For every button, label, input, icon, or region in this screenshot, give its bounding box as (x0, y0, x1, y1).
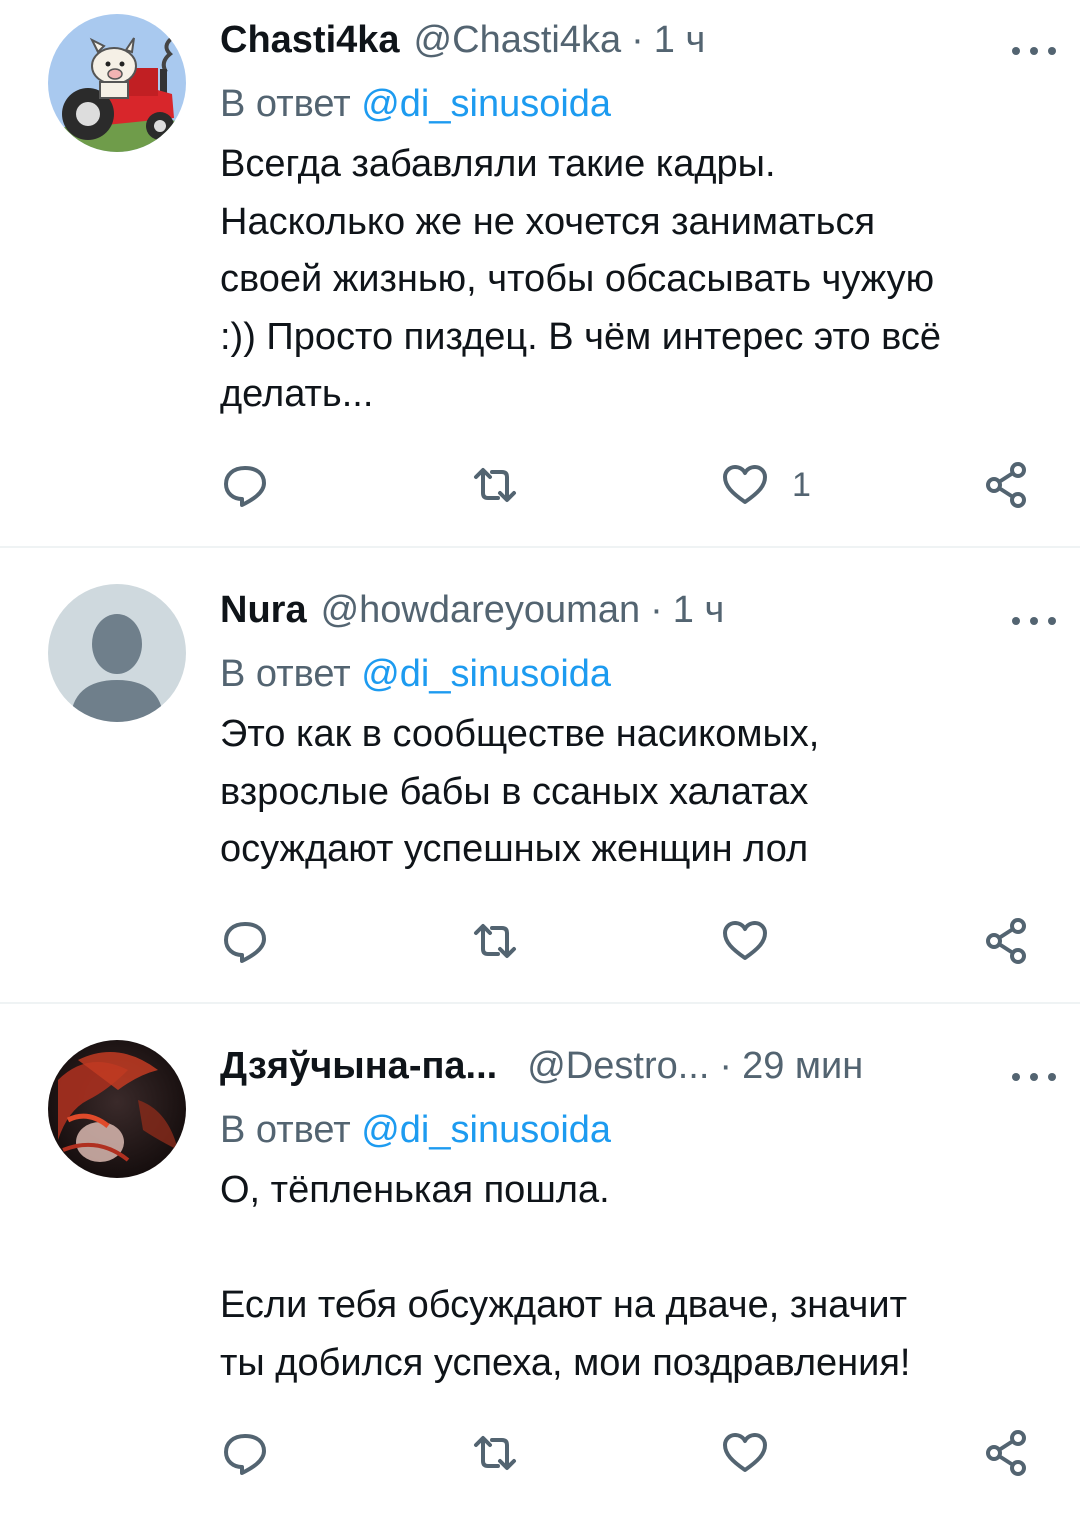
reply-mention-link[interactable]: @di_sinusoida (361, 1109, 611, 1151)
share-button[interactable] (982, 916, 1032, 966)
share-icon (986, 918, 1026, 964)
share-button[interactable] (982, 460, 1032, 510)
separator: · (631, 19, 644, 61)
tweet-actions (220, 1428, 1040, 1478)
red-hair-portrait-avatar-icon (48, 1040, 186, 1178)
like-button[interactable] (720, 1428, 792, 1478)
reply-button[interactable] (220, 916, 270, 966)
tweet-header: Дзяўчына-па... @Destro... · 29 мин (220, 1040, 1050, 1092)
user-handle[interactable]: @howdareyouman (321, 584, 641, 636)
reply-prefix: В ответ (220, 83, 351, 125)
heart-icon (723, 465, 767, 504)
divider (0, 546, 1080, 548)
reply-context: В ответ @di_sinusoida (220, 1104, 1050, 1156)
display-name[interactable]: Nura (220, 584, 307, 636)
display-name[interactable]: Дзяўчына-па... (220, 1040, 497, 1092)
retweet-icon (474, 468, 516, 502)
share-icon (986, 1430, 1026, 1476)
reply-button[interactable] (220, 1428, 270, 1478)
timestamp[interactable]: 1 ч (673, 584, 725, 636)
avatar[interactable] (48, 1040, 186, 1178)
divider (0, 1002, 1080, 1004)
more-options-icon[interactable] (1012, 606, 1056, 636)
tweet-content: Дзяўчына-па... @Destro... · 29 мин В отв… (220, 1040, 1050, 1392)
tweet-text: О, тёпленькая пошла. Если тебя обсуждают… (220, 1169, 911, 1384)
tweet-text: Это как в сообществе насикомых, взрослые… (220, 713, 820, 870)
separator: · (650, 589, 663, 631)
reply-context: В ответ @di_sinusoida (220, 78, 1050, 130)
reply-mention-link[interactable]: @di_sinusoida (361, 653, 611, 695)
reply-icon (224, 922, 266, 963)
like-count: 1 (792, 465, 811, 504)
reply-feed: Chasti4ka @Chasti4ka · 1 ч В ответ @di_s… (0, 0, 1080, 1514)
display-name[interactable]: Chasti4ka (220, 14, 400, 66)
reply-icon (224, 466, 266, 507)
timestamp[interactable]: 1 ч (654, 14, 706, 66)
reply-prefix: В ответ (220, 1109, 351, 1151)
tweet-header: Nura @howdareyouman · 1 ч (220, 584, 1050, 636)
tweet-content: Nura @howdareyouman · 1 ч В ответ @di_si… (220, 584, 1050, 879)
avatar[interactable] (48, 584, 186, 722)
tweet-header: Chasti4ka @Chasti4ka · 1 ч (220, 14, 1050, 66)
more-options-icon[interactable] (1012, 36, 1056, 66)
separator: · (719, 1045, 733, 1087)
like-button[interactable]: 1 (720, 460, 811, 510)
reply-prefix: В ответ (220, 653, 351, 695)
reply-button[interactable] (220, 460, 270, 510)
share-button[interactable] (982, 1428, 1032, 1478)
tweet-text: Всегда забавляли такие кадры. Насколько … (220, 143, 942, 415)
user-handle[interactable]: @Destro... (527, 1040, 709, 1092)
more-options-icon[interactable] (1012, 1062, 1056, 1092)
retweet-icon (474, 924, 516, 958)
retweet-button[interactable] (470, 460, 520, 510)
tractor-pig-avatar-icon (48, 14, 186, 152)
tweet-content: Chasti4ka @Chasti4ka · 1 ч В ответ @di_s… (220, 14, 1050, 424)
heart-icon (723, 921, 767, 960)
avatar[interactable] (48, 14, 186, 152)
like-button[interactable] (720, 916, 792, 966)
reply-mention-link[interactable]: @di_sinusoida (361, 83, 611, 125)
heart-icon (723, 1433, 767, 1472)
default-user-avatar-icon (48, 584, 186, 722)
tweet-actions (220, 916, 1040, 966)
timestamp[interactable]: 29 мин (742, 1040, 863, 1092)
reply-context: В ответ @di_sinusoida (220, 648, 1050, 700)
retweet-icon (474, 1436, 516, 1470)
tweet-actions: 1 (220, 460, 1040, 510)
reply-icon (224, 1434, 266, 1475)
user-handle[interactable]: @Chasti4ka (414, 14, 622, 66)
share-icon (986, 462, 1026, 508)
retweet-button[interactable] (470, 1428, 520, 1478)
retweet-button[interactable] (470, 916, 520, 966)
